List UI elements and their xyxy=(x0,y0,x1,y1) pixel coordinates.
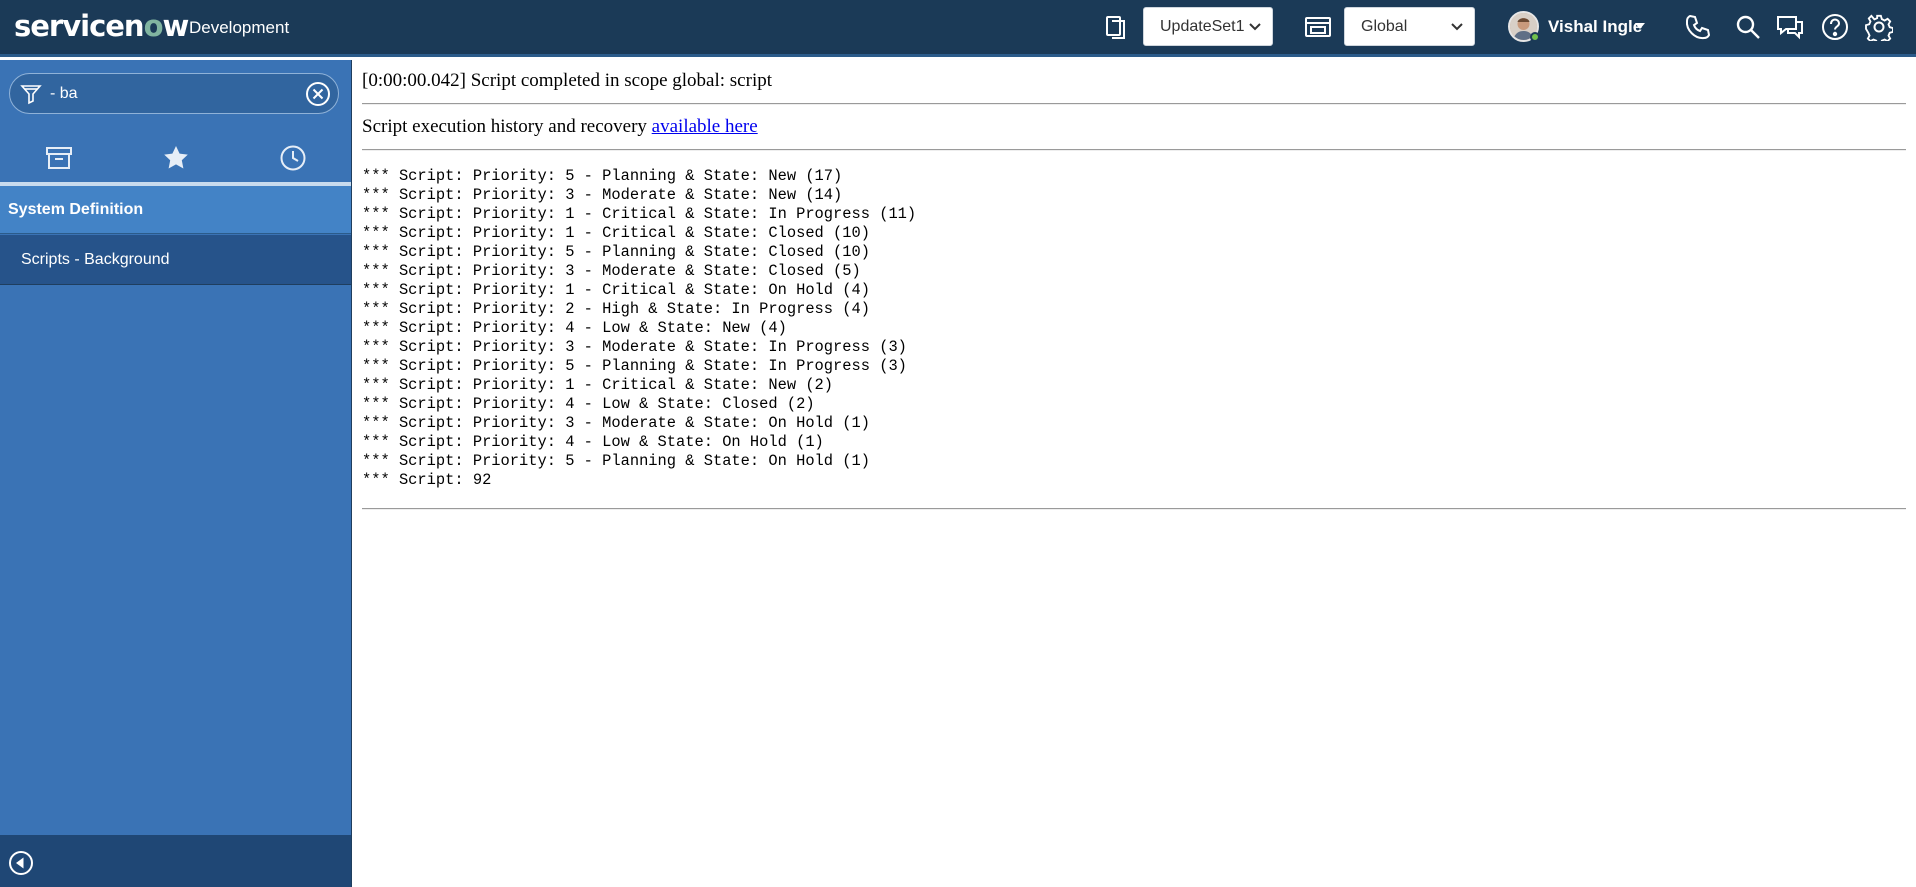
nav-section-system-definition[interactable]: System Definition xyxy=(0,186,351,234)
help-icon[interactable] xyxy=(1820,12,1850,42)
script-status-line: [0:00:00.042] Script completed in scope … xyxy=(362,70,773,91)
nav-module-scripts-background[interactable]: Scripts - Background xyxy=(0,235,351,285)
chevron-down-icon xyxy=(1249,23,1261,31)
collapse-navigator-icon[interactable] xyxy=(8,850,34,876)
output-line: *** Script: Priority: 3 - Moderate & Sta… xyxy=(362,414,870,432)
output-line: *** Script: Priority: 4 - Low & State: N… xyxy=(362,319,787,337)
archive-icon xyxy=(45,147,72,169)
instance-label: Development xyxy=(189,18,290,37)
output-line: *** Script: Priority: 5 - Planning & Sta… xyxy=(362,243,870,261)
servicenow-logo[interactable]: servicenow xyxy=(14,8,189,44)
output-line: *** Script: Priority: 5 - Planning & Sta… xyxy=(362,357,907,375)
chat-icon[interactable] xyxy=(1775,12,1805,42)
caret-down-icon[interactable] xyxy=(1634,21,1646,31)
output-line: *** Script: Priority: 3 - Moderate & Sta… xyxy=(362,338,907,356)
divider xyxy=(362,508,1906,510)
history-text: Script execution history and recovery xyxy=(362,116,652,137)
navigator-filter-input[interactable] xyxy=(48,82,298,106)
clear-filter-icon[interactable] xyxy=(304,80,332,108)
output-line: *** Script: Priority: 4 - Low & State: O… xyxy=(362,433,824,451)
output-line: *** Script: 92 xyxy=(362,471,492,489)
output-line: *** Script: Priority: 3 - Moderate & Sta… xyxy=(362,262,861,280)
logo-power-o: o xyxy=(143,9,164,43)
gear-icon[interactable] xyxy=(1864,12,1894,42)
application-navigator: System Definition Scripts - Background xyxy=(0,60,352,887)
application-picker-icon[interactable] xyxy=(1303,12,1333,42)
navigator-tabs xyxy=(0,130,351,186)
chevron-down-icon xyxy=(1451,23,1463,31)
tab-all-applications[interactable] xyxy=(0,130,117,186)
output-line: *** Script: Priority: 5 - Planning & Sta… xyxy=(362,167,843,185)
script-output: *** Script: Priority: 5 - Planning & Sta… xyxy=(362,167,916,490)
history-line: Script execution history and recovery av… xyxy=(362,116,758,138)
update-set-value: UpdateSet1 xyxy=(1160,18,1245,35)
output-line: *** Script: Priority: 2 - High & State: … xyxy=(362,300,870,318)
divider xyxy=(362,149,1906,151)
update-set-picker[interactable]: UpdateSet1 xyxy=(1143,7,1273,46)
tab-history[interactable] xyxy=(234,130,351,186)
top-banner: servicenow Development UpdateSet1 Global xyxy=(0,0,1916,57)
search-icon[interactable] xyxy=(1733,12,1763,42)
navigator-filter[interactable] xyxy=(9,73,339,114)
phone-icon[interactable] xyxy=(1683,12,1713,42)
output-line: *** Script: Priority: 4 - Low & State: C… xyxy=(362,395,815,413)
output-line: *** Script: Priority: 3 - Moderate & Sta… xyxy=(362,186,843,204)
application-scope-picker[interactable]: Global xyxy=(1344,7,1475,46)
user-name[interactable]: Vishal Ingle xyxy=(1548,17,1642,37)
output-line: *** Script: Priority: 5 - Planning & Sta… xyxy=(362,452,870,470)
star-icon xyxy=(163,146,188,169)
output-line: *** Script: Priority: 1 - Critical & Sta… xyxy=(362,205,917,223)
history-clock-icon xyxy=(280,145,305,171)
divider xyxy=(362,103,1906,105)
navigator-footer xyxy=(0,835,351,887)
tab-favorites[interactable] xyxy=(117,130,234,186)
output-line: *** Script: Priority: 1 - Critical & Sta… xyxy=(362,281,870,299)
application-scope-value: Global xyxy=(1361,18,1408,35)
update-set-icon[interactable] xyxy=(1101,12,1131,42)
filter-icon xyxy=(20,85,42,105)
presence-status-icon xyxy=(1530,32,1540,42)
output-line: *** Script: Priority: 1 - Critical & Sta… xyxy=(362,376,834,394)
script-output-panel: [0:00:00.042] Script completed in scope … xyxy=(352,60,1916,887)
history-link[interactable]: available here xyxy=(652,116,758,137)
output-line: *** Script: Priority: 1 - Critical & Sta… xyxy=(362,224,870,242)
